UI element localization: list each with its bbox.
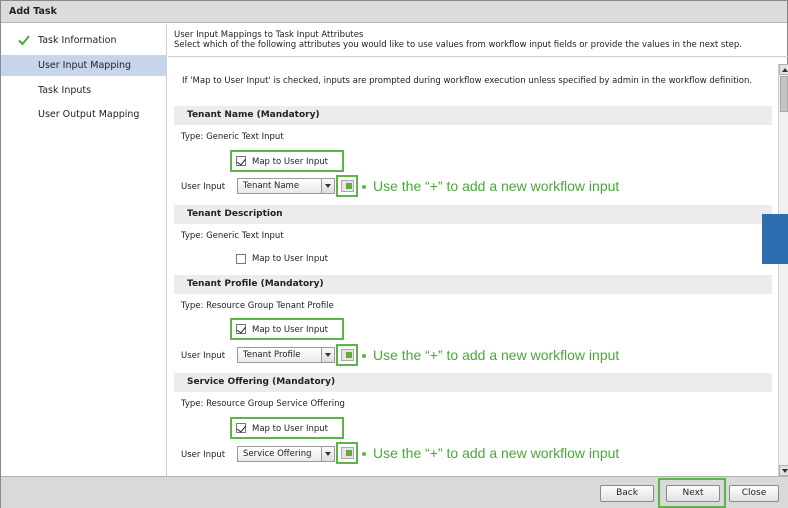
section-title: Service Offering (Mandatory) <box>187 377 336 387</box>
pointer-dot <box>362 185 366 189</box>
vertical-scrollbar[interactable] <box>778 64 788 476</box>
add-input-icon <box>341 349 354 361</box>
section-type: Type: Generic Text Input <box>181 231 284 241</box>
close-button[interactable]: Close <box>729 485 779 502</box>
section-header-tenant-profile: Tenant Profile (Mandatory) <box>174 275 772 294</box>
panel-heading: User Input Mappings to Task Input Attrib… <box>174 30 364 40</box>
pointer-dot <box>362 452 366 456</box>
divider <box>168 56 788 57</box>
scroll-up-icon[interactable] <box>779 64 788 75</box>
close-button-label: Close <box>741 488 767 498</box>
panel-description: Select which of the following attributes… <box>174 40 743 50</box>
sidebar-item-task-inputs[interactable]: Task Inputs <box>1 80 167 101</box>
section-header-tenant-name: Tenant Name (Mandatory) <box>174 106 772 125</box>
chevron-down-icon[interactable] <box>321 179 334 193</box>
section-header-tenant-description: Tenant Description <box>174 205 772 224</box>
map-to-user-input-tenant-profile[interactable]: Map to User Input <box>230 318 344 340</box>
checkbox-label: Map to User Input <box>252 424 328 434</box>
checkbox[interactable] <box>236 156 246 166</box>
map-to-user-input-tenant-description[interactable]: Map to User Input <box>232 251 342 269</box>
checkbox-label: Map to User Input <box>252 325 328 335</box>
user-input-select-tenant-name[interactable]: Tenant Name <box>237 178 335 194</box>
user-input-label: User Input <box>181 450 226 460</box>
sidebar-item-label: User Input Mapping <box>38 60 132 71</box>
sidebar-item-user-input-mapping[interactable]: User Input Mapping <box>1 55 167 76</box>
select-value: Service Offering <box>243 449 312 459</box>
check-icon <box>18 35 30 46</box>
add-input-hint: Use the “+” to add a new workflow input <box>373 178 620 194</box>
scroll-down-icon[interactable] <box>779 465 788 476</box>
add-input-icon <box>341 180 354 192</box>
checkbox[interactable] <box>236 254 246 264</box>
next-button-highlight <box>658 478 726 508</box>
add-workflow-input-button[interactable] <box>336 175 358 197</box>
section-type: Type: Generic Text Input <box>181 132 284 142</box>
wizard-sidebar: Task Information User Input Mapping Task… <box>1 24 167 476</box>
add-task-dialog: Add Task Task Information User Input Map… <box>0 0 788 508</box>
add-input-hint: Use the “+” to add a new workflow input <box>373 445 620 461</box>
user-input-label: User Input <box>181 351 226 361</box>
section-title: Tenant Description <box>187 209 283 219</box>
map-to-user-input-service-offering[interactable]: Map to User Input <box>230 417 344 439</box>
mapping-note: If 'Map to User Input' is checked, input… <box>182 76 753 86</box>
dialog-title: Add Task <box>9 6 57 17</box>
add-input-icon <box>341 447 354 459</box>
add-input-hint: Use the “+” to add a new workflow input <box>373 347 620 363</box>
section-title: Tenant Name (Mandatory) <box>187 110 320 120</box>
chevron-down-icon[interactable] <box>321 447 334 461</box>
add-workflow-input-button[interactable] <box>336 344 358 366</box>
sidebar-item-task-information[interactable]: Task Information <box>1 30 167 51</box>
map-to-user-input-tenant-name[interactable]: Map to User Input <box>230 150 344 172</box>
scroll-thumb[interactable] <box>780 76 788 112</box>
checkbox[interactable] <box>236 423 246 433</box>
pointer-dot <box>362 354 366 358</box>
section-header-service-offering: Service Offering (Mandatory) <box>174 373 772 392</box>
checkbox[interactable] <box>236 324 246 334</box>
user-input-select-tenant-profile[interactable]: Tenant Profile <box>237 347 335 363</box>
sidebar-item-label: Task Inputs <box>38 85 92 96</box>
back-button-label: Back <box>616 488 638 498</box>
side-panel-tab[interactable] <box>762 214 788 264</box>
back-button[interactable]: Back <box>600 485 654 502</box>
sidebar-item-user-output-mapping[interactable]: User Output Mapping <box>1 104 167 125</box>
user-input-select-service-offering[interactable]: Service Offering <box>237 446 335 462</box>
section-title: Tenant Profile (Mandatory) <box>187 279 324 289</box>
dialog-titlebar: Add Task <box>1 1 787 23</box>
select-value: Tenant Profile <box>243 350 301 360</box>
add-workflow-input-button[interactable] <box>336 442 358 464</box>
checkbox-label: Map to User Input <box>252 254 328 264</box>
select-value: Tenant Name <box>243 181 300 191</box>
section-type: Type: Resource Group Tenant Profile <box>181 301 334 311</box>
chevron-down-icon[interactable] <box>321 348 334 362</box>
sidebar-item-label: User Output Mapping <box>38 109 140 120</box>
sidebar-item-label: Task Information <box>38 35 117 46</box>
section-type: Type: Resource Group Service Offering <box>181 399 345 409</box>
user-input-label: User Input <box>181 182 226 192</box>
main-panel: User Input Mappings to Task Input Attrib… <box>168 24 788 476</box>
checkbox-label: Map to User Input <box>252 157 328 167</box>
